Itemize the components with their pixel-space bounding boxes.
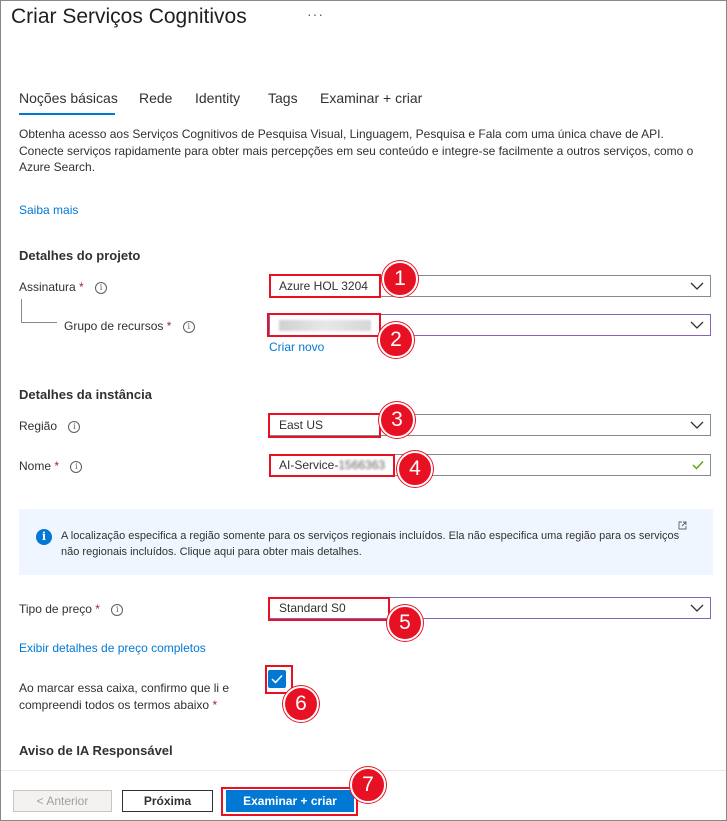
tab-basics[interactable]: Noções básicas: [19, 90, 118, 106]
highlight-box-pricing: [268, 597, 390, 621]
required-marker: *: [54, 459, 60, 473]
pricing-tier-label: Tipo de preço * i: [19, 602, 124, 616]
pricing-tier-label-text: Tipo de preço: [19, 602, 92, 616]
info-icon[interactable]: i: [95, 281, 108, 294]
external-link-icon: [678, 521, 687, 530]
callout-badge-7: 7: [350, 767, 386, 803]
callout-badge-6: 6: [283, 686, 319, 722]
info-circle-icon: i: [36, 529, 52, 545]
active-tab-indicator: [19, 113, 115, 115]
more-options-icon[interactable]: ···: [307, 6, 324, 22]
info-icon[interactable]: i: [68, 420, 81, 433]
callout-badge-3: 3: [379, 402, 415, 438]
tree-connector: [21, 299, 22, 322]
project-details-heading: Detalhes do projeto: [19, 248, 141, 263]
chevron-down-icon: [690, 321, 704, 329]
region-label: Região i: [19, 419, 81, 433]
callout-badge-4: 4: [397, 451, 433, 487]
chevron-down-icon: [690, 604, 704, 612]
tab-identity[interactable]: Identity: [195, 90, 240, 106]
subscription-label: Assinatura * i: [19, 280, 108, 294]
region-info-banner: i A localização especifica a região some…: [19, 509, 713, 575]
required-marker: *: [212, 698, 218, 712]
next-button[interactable]: Próxima: [122, 790, 213, 812]
page-title: Criar Serviços Cognitivos: [11, 5, 247, 28]
callout-badge-5: 5: [387, 605, 423, 641]
name-label-text: Nome: [19, 459, 52, 473]
info-banner-text[interactable]: A localização especifica a região soment…: [61, 529, 681, 560]
intro-description: Obtenha acesso aos Serviços Cognitivos d…: [19, 127, 694, 174]
callout-badge-2: 2: [378, 322, 414, 358]
required-marker: *: [95, 602, 100, 616]
previous-button[interactable]: < Anterior: [13, 790, 112, 812]
callout-badge-1: 1: [382, 261, 418, 297]
tab-tags[interactable]: Tags: [268, 90, 298, 106]
required-marker: *: [79, 280, 84, 294]
info-icon[interactable]: i: [111, 603, 124, 616]
checkmark-valid-icon: [692, 461, 704, 470]
terms-label-line2: compreendi todos os termos abaixo: [19, 698, 210, 712]
pricing-details-link[interactable]: Exibir detalhes de preço completos: [19, 641, 206, 655]
tree-connector: [21, 322, 57, 323]
region-label-text: Região: [19, 419, 58, 433]
highlight-box-subscription: [269, 274, 381, 298]
resource-group-label: Grupo de recursos * i: [64, 319, 195, 333]
highlight-box-name: [269, 454, 395, 477]
responsible-ai-heading: Aviso de IA Responsável: [19, 743, 173, 758]
terms-label-line1: Ao marcar essa caixa, confirmo que li e: [19, 681, 230, 695]
highlight-box-region: [268, 413, 381, 438]
instance-details-heading: Detalhes da instância: [19, 387, 152, 402]
terms-label: Ao marcar essa caixa, confirmo que li e …: [19, 680, 229, 714]
highlight-box-review-create: [221, 787, 358, 816]
info-icon[interactable]: i: [70, 460, 83, 473]
resource-group-label-text: Grupo de recursos: [64, 319, 164, 333]
chevron-down-icon: [690, 421, 704, 429]
learn-more-link[interactable]: Saiba mais: [19, 203, 78, 217]
tab-network[interactable]: Rede: [139, 90, 172, 106]
info-icon[interactable]: i: [182, 320, 195, 333]
create-new-link[interactable]: Criar novo: [269, 340, 324, 354]
chevron-down-icon: [690, 282, 704, 290]
highlight-box-resource-group: [267, 313, 381, 337]
tab-review-create[interactable]: Examinar + criar: [320, 90, 422, 106]
required-marker: *: [166, 319, 172, 333]
subscription-label-text: Assinatura: [19, 280, 76, 294]
name-label: Nome * i: [19, 459, 83, 473]
